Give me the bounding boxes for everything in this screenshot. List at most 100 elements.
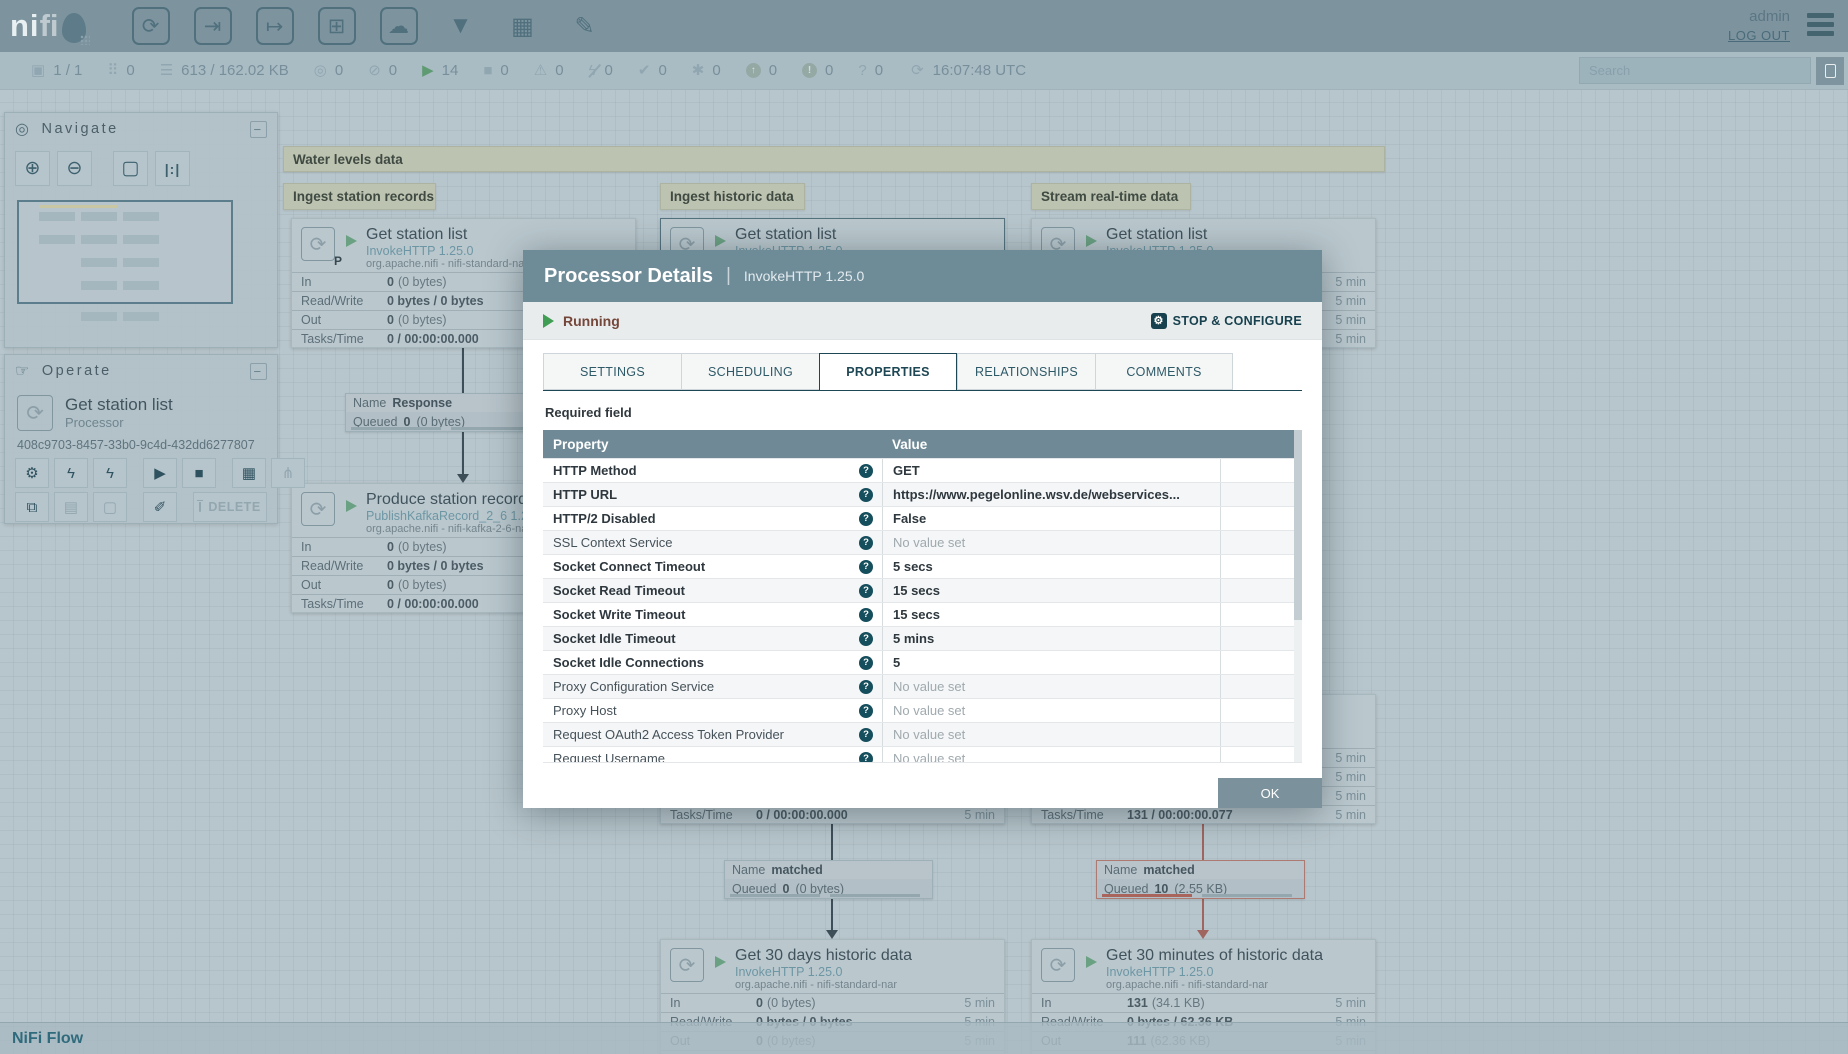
disable-button[interactable]: ϟ	[93, 458, 127, 488]
connection-arrowhead	[457, 474, 469, 483]
label-stream-real-time-data[interactable]: Stream real-time data	[1031, 183, 1191, 210]
template-drag-icon[interactable]: ▦	[504, 7, 542, 45]
sync-failure-status: ? 0	[858, 62, 884, 79]
processor-details-dialog: Processor Details | InvokeHTTP 1.25.0 Ru…	[523, 250, 1322, 808]
stop-configure-icon: ⚙	[1150, 312, 1167, 329]
properties-table-header: Property Value	[543, 430, 1302, 458]
search-input[interactable]	[1579, 57, 1811, 84]
properties-table: Property Value HTTP Method? GET HTTP URL?…	[543, 430, 1302, 763]
input-port-drag-icon[interactable]: ⇥	[193, 7, 232, 45]
refresh-icon: ⟳	[911, 62, 924, 79]
processor-bundle: org.apache.nifi - nifi-standard-nar	[1106, 978, 1269, 991]
queue-bytes-bar	[830, 894, 920, 897]
table-scrollbar[interactable]	[1294, 430, 1302, 762]
zoom-out-button[interactable]: ⊖	[57, 151, 92, 186]
tab-scheduling[interactable]: SCHEDULING	[681, 353, 819, 390]
queue-size-bar	[730, 894, 820, 897]
help-icon[interactable]: ?	[859, 463, 873, 478]
processor-bundle: org.apache.nifi - nifi-standard-nar	[366, 257, 529, 270]
processor-type: InvokeHTTP 1.25.0	[1106, 964, 1214, 979]
fill-color-button[interactable]: ✐	[143, 492, 177, 522]
help-icon[interactable]: ?	[859, 583, 873, 598]
collapse-navigate-button[interactable]: −	[250, 120, 267, 138]
last-refresh-time: 16:07:48 UTC	[932, 62, 1027, 79]
help-icon[interactable]: ?	[859, 631, 873, 646]
copy-button[interactable]: ⧉	[15, 492, 49, 522]
help-icon[interactable]: ?	[859, 751, 873, 762]
dialog-title: Processor Details	[544, 264, 713, 287]
processor-drag-icon[interactable]: ⟳	[131, 7, 170, 45]
help-icon[interactable]: ?	[859, 511, 873, 526]
property-row: Socket Idle Connections? 5	[543, 650, 1302, 674]
breadcrumb-nifi-flow[interactable]: NiFi Flow	[12, 1030, 83, 1048]
help-icon[interactable]: ?	[859, 727, 873, 742]
stale-icon: ↑	[745, 63, 761, 78]
connection-label-matched-2[interactable]: Name matched Queued 10 (2.55 KB)	[1096, 860, 1305, 899]
active-threads-status: ⠿ 0	[107, 62, 135, 79]
logout-link[interactable]: LOG OUT	[1728, 27, 1790, 45]
zoom-in-button[interactable]: ⊕	[15, 151, 50, 186]
compass-icon: ◎	[15, 121, 32, 138]
help-icon[interactable]: ?	[859, 607, 873, 622]
processor-name: Get station list	[1106, 226, 1208, 243]
connection-label-matched-1[interactable]: Name matched Queued 0 (0 bytes)	[724, 860, 933, 899]
help-icon[interactable]: ?	[859, 559, 873, 574]
zoom-fit-button[interactable]: ▢	[113, 151, 148, 186]
help-icon[interactable]: ?	[859, 703, 873, 718]
search-area	[1579, 56, 1844, 85]
bulletin-board-button[interactable]	[1816, 56, 1844, 85]
output-port-drag-icon[interactable]: ↦	[255, 7, 294, 45]
configure-button[interactable]: ⚙	[15, 458, 49, 488]
queue-size-bar	[1102, 894, 1192, 897]
label-ingest-historic-data[interactable]: Ingest historic data	[660, 183, 805, 210]
running-icon: ▶	[422, 62, 434, 79]
help-icon[interactable]: ?	[859, 679, 873, 694]
processor-icon: ⟳	[1041, 948, 1075, 982]
processor-icon: ⟳ P	[301, 227, 342, 268]
funnel-drag-icon[interactable]: ▼	[442, 7, 480, 45]
stopped-status: ■ 0	[483, 62, 509, 79]
processor-name: Get 30 days historic data	[735, 947, 912, 964]
label-drag-icon[interactable]: ✎	[566, 7, 604, 45]
property-row: Socket Idle Timeout? 5 mins	[543, 626, 1302, 650]
stale-status: ↑ 0	[745, 62, 777, 79]
collapse-operate-button[interactable]: −	[250, 362, 267, 380]
processor-icon: ⟳	[17, 395, 53, 431]
remote-process-group-drag-icon[interactable]: ☁	[379, 7, 418, 45]
global-menu-icon[interactable]	[1807, 13, 1834, 36]
property-row: Proxy Host? No value set	[543, 698, 1302, 722]
label-water-levels-data[interactable]: Water levels data	[283, 146, 1385, 172]
help-icon[interactable]: ?	[859, 535, 873, 550]
refresh-status-button[interactable]: ⟳ 16:07:48 UTC	[911, 62, 1026, 79]
property-row: Request Username? No value set	[543, 746, 1302, 762]
selected-component-type: Processor	[65, 414, 124, 430]
tab-properties[interactable]: PROPERTIES	[819, 353, 957, 391]
tab-settings[interactable]: SETTINGS	[543, 353, 681, 390]
component-toolbar: ⟳ ⇥ ↦ ⊞ ☁ ▼ ▦ ✎	[131, 7, 604, 45]
not-transmitting-status: ⊘ 0	[368, 62, 398, 79]
help-icon[interactable]: ?	[859, 655, 873, 670]
current-user: admin	[1749, 8, 1790, 26]
invalid-status: ⚠ 0	[533, 62, 564, 79]
processor-type: InvokeHTTP 1.25.0	[366, 243, 474, 258]
zoom-actual-size-button[interactable]: |:|	[155, 151, 190, 186]
processor-bundle: org.apache.nifi - nifi-standard-nar	[735, 978, 898, 991]
start-button[interactable]: ▶	[143, 458, 177, 488]
tab-relationships[interactable]: RELATIONSHIPS	[957, 353, 1095, 390]
process-group-drag-icon[interactable]: ⊞	[317, 7, 356, 45]
tab-comments[interactable]: COMMENTS	[1095, 353, 1233, 390]
help-icon[interactable]: ?	[859, 487, 873, 502]
create-template-button[interactable]: ▦	[232, 458, 266, 488]
stop-and-configure-button[interactable]: ⚙ STOP & CONFIGURE	[1150, 312, 1302, 329]
stop-button[interactable]: ■	[182, 458, 216, 488]
bulletin-icon	[1824, 63, 1836, 78]
scrollbar-thumb[interactable]	[1294, 430, 1302, 620]
group-hierarchy-button: ⋔	[271, 458, 305, 488]
label-ingest-station-records[interactable]: Ingest station records	[283, 183, 436, 210]
stopped-icon: ■	[483, 62, 493, 79]
locally-modified-and-stale-status: ! 0	[802, 62, 833, 79]
enable-button[interactable]: ϟ	[54, 458, 88, 488]
stat-in: In 131 (34.1 KB) 5 min	[1032, 993, 1375, 1012]
birdseye-minimap[interactable]	[17, 200, 233, 304]
ok-button[interactable]: OK	[1218, 778, 1322, 808]
